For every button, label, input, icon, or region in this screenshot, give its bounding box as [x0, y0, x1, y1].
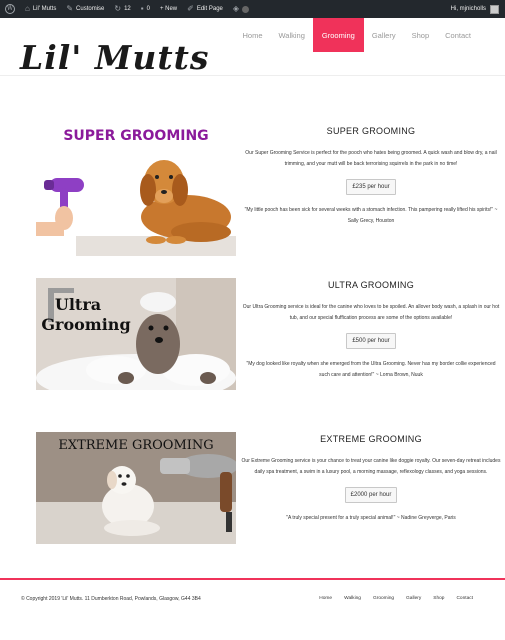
footer-nav-shop[interactable]: Shop — [433, 596, 444, 601]
super-grooming-description: Our Super Grooming Service is perfect fo… — [245, 150, 497, 167]
nav-home[interactable]: Home — [234, 18, 270, 52]
account-menu[interactable]: Hi, mjnicholls — [450, 4, 505, 14]
nav-walking[interactable]: Walking — [271, 18, 313, 52]
super-grooming-image: SUPER GROOMING — [36, 122, 236, 256]
extreme-grooming-description: Our Extreme Grooming service is your cha… — [241, 458, 501, 475]
wordpress-menu[interactable]: W — [0, 0, 20, 18]
ultra-grooming-info: ULTRA GROOMING Our Ultra Grooming servic… — [241, 280, 501, 380]
main-nav: Home Walking Grooming Gallery Shop Conta… — [234, 18, 479, 52]
footer-nav-grooming[interactable]: Grooming — [373, 596, 394, 601]
service-extreme-grooming: EXTREME GROOMING EXTREME GROOMING Our Ex… — [36, 432, 505, 572]
brush-icon: ✎ — [66, 4, 74, 13]
service-ultra-grooming: Ultra Grooming ULTRA GROOMING Our Ultra … — [36, 278, 505, 418]
ultra-grooming-image-text-2: Grooming — [41, 315, 130, 334]
wordpress-icon: W — [5, 4, 15, 14]
footer-nav: Home Walking Grooming Gallery Shop Conta… — [319, 596, 473, 601]
nav-grooming[interactable]: Grooming — [312, 18, 364, 52]
extreme-grooming-title: EXTREME GROOMING — [320, 434, 422, 444]
extreme-grooming-price-button[interactable]: £2000 per hour — [344, 487, 398, 503]
footer-copyright: © Copyright 2019 'Lil' Mutts. 11 Dumberk… — [21, 596, 201, 602]
site-name-link[interactable]: ⌂ Lil' Mutts — [20, 0, 61, 18]
new-label: + New — [159, 6, 178, 12]
nav-contact[interactable]: Contact — [437, 18, 479, 52]
home-icon: ⌂ — [25, 4, 30, 13]
extreme-grooming-quote: "A truly special present for a truly spe… — [286, 515, 456, 521]
super-grooming-price-button[interactable]: £235 per hour — [346, 179, 396, 195]
refresh-icon: ↻ — [114, 4, 122, 13]
extreme-grooming-image-text: EXTREME GROOMING — [58, 438, 213, 453]
comment-icon: ▪ — [140, 4, 144, 13]
ultra-grooming-price-button[interactable]: £500 per hour — [346, 333, 396, 349]
super-grooming-quote: "My little pooch has been sick for sever… — [244, 207, 498, 224]
super-grooming-info: SUPER GROOMING Our Super Grooming Servic… — [241, 126, 501, 226]
ultra-grooming-description: Our Ultra Grooming service is ideal for … — [242, 304, 500, 321]
extreme-grooming-image: EXTREME GROOMING — [36, 432, 236, 544]
comments-link[interactable]: ▪ 0 — [136, 0, 155, 18]
edit-page-label: Edit Page — [196, 6, 223, 12]
comments-count: 0 — [146, 6, 150, 12]
customise-link[interactable]: ✎ Customise — [61, 0, 109, 18]
new-content-link[interactable]: + New — [155, 0, 182, 18]
super-grooming-title: SUPER GROOMING — [326, 126, 416, 136]
status-dot-icon — [242, 5, 250, 13]
footer-nav-walking[interactable]: Walking — [344, 596, 361, 601]
extra-menu[interactable]: ◈ — [228, 0, 254, 18]
footer-divider — [0, 578, 505, 580]
avatar-icon — [490, 4, 499, 14]
greeting-label: Hi, mjnicholls — [450, 6, 486, 12]
edit-page-link[interactable]: ✐ Edit Page — [182, 0, 228, 18]
ultra-grooming-image-text-1: Ultra — [55, 295, 101, 314]
site-logo[interactable]: Lil' Mutts — [20, 38, 209, 77]
wp-admin-bar: W ⌂ Lil' Mutts ✎ Customise ↻ 12 ▪ 0 + Ne… — [0, 0, 505, 18]
footer-nav-contact[interactable]: Contact — [456, 596, 473, 601]
updates-count: 12 — [124, 6, 131, 12]
footer-nav-gallery[interactable]: Gallery — [406, 596, 421, 601]
site-name-label: Lil' Mutts — [32, 6, 57, 12]
plugin-icon: ◈ — [232, 4, 240, 13]
footer-nav-home[interactable]: Home — [319, 596, 332, 601]
ultra-grooming-image: Ultra Grooming — [36, 278, 236, 390]
ultra-grooming-title: ULTRA GROOMING — [327, 280, 415, 290]
extreme-grooming-info: EXTREME GROOMING Our Extreme Grooming se… — [241, 434, 501, 524]
nav-shop[interactable]: Shop — [404, 18, 438, 52]
pencil-icon: ✐ — [187, 4, 194, 13]
super-grooming-image-text: SUPER GROOMING — [63, 128, 208, 144]
service-super-grooming: SUPER GROOMING SUPER GROOMING Our Super … — [36, 122, 505, 262]
site-header: Lil' Mutts Home Walking Grooming Gallery… — [0, 18, 505, 77]
updates-link[interactable]: ↻ 12 — [109, 0, 135, 18]
customise-label: Customise — [76, 6, 105, 12]
ultra-grooming-quote: "My dog looked like royalty when she eme… — [246, 361, 496, 378]
nav-gallery[interactable]: Gallery — [364, 18, 404, 52]
